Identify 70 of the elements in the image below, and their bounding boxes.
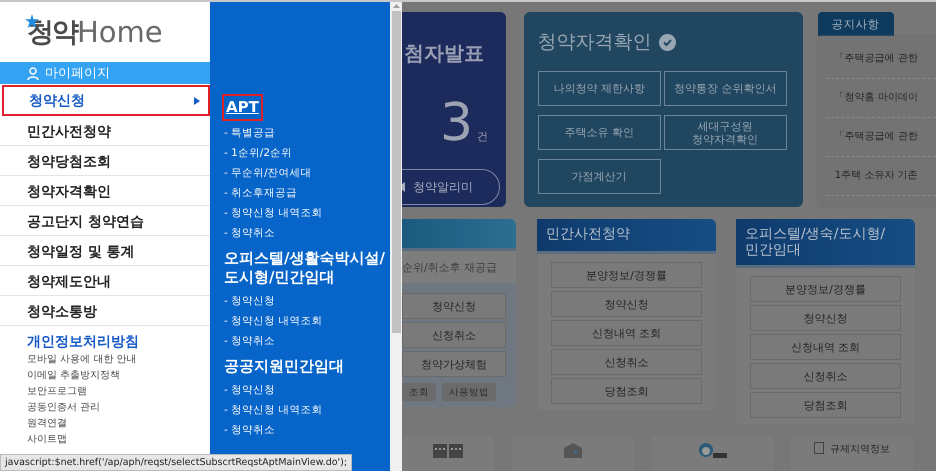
eligibility-button[interactable]: 주택소유 확인 — [538, 115, 661, 150]
submenu-item[interactable]: - 청약취소 — [224, 331, 276, 351]
scrollbar[interactable] — [390, 2, 402, 471]
footer-link[interactable]: 모바일 사용에 대한 안내 — [27, 352, 137, 367]
card-header: 오피스텔/생숙/도시형/ 민간임대 — [736, 219, 915, 268]
submenu-item[interactable]: - 취소후재공급 — [224, 183, 298, 203]
alert-button[interactable]: 청약알리미 — [402, 169, 500, 205]
check-circle-icon — [658, 34, 676, 50]
eligibility-button[interactable]: 청약통장 순위확인서 — [664, 71, 787, 106]
menu-button[interactable]: 신청내역 조회 — [551, 320, 702, 346]
submenu-item[interactable]: - 청약신청 — [224, 380, 276, 400]
submenu-heading[interactable]: 공공지원민간임대 — [224, 357, 344, 376]
submenu-item[interactable]: - 청약신청 — [224, 291, 276, 311]
user-icon — [27, 66, 39, 80]
submenu-item[interactable]: - 청약취소 — [224, 223, 276, 243]
card-header: 민간사전청약 — [537, 219, 716, 254]
footer-link[interactable]: 원격연결 — [27, 416, 67, 431]
menu-item[interactable]: 청약신청 — [2, 85, 210, 116]
notice-item[interactable]: 1주택 소유자 기존 — [826, 157, 936, 196]
menu-button[interactable]: 신청취소 — [551, 349, 702, 375]
submenu-item[interactable]: - 무순위/잔여세대 — [224, 163, 312, 183]
footer-link[interactable]: 사이트맵 — [27, 432, 67, 447]
footer-link[interactable]: 이메일 추출방지정책 — [27, 368, 120, 383]
submenu-item[interactable]: - 특별공급 — [224, 123, 276, 143]
privacy-policy-link[interactable]: 개인정보처리방침 — [27, 333, 139, 351]
menu-button[interactable]: 청약신청 — [402, 293, 506, 319]
count-number: 3 — [440, 93, 474, 153]
quick-link-card[interactable]: 규제지역정보 — [791, 436, 913, 471]
card-title: 청약자격확인 — [538, 30, 652, 55]
card-subtitle: 순위/취소후 재공급 — [402, 260, 498, 274]
quick-link-label: 규제지역정보 — [830, 443, 890, 457]
footer-link[interactable]: 공동인증서 관리 — [27, 400, 100, 415]
eligibility-button[interactable]: 가점계산기 — [538, 159, 661, 194]
submenu-heading[interactable]: APT — [224, 96, 261, 119]
menu-button[interactable]: 분양정보/경쟁률 — [551, 262, 702, 288]
house-icon — [562, 442, 584, 458]
menu-button[interactable]: 신청내역 조회 — [750, 334, 901, 360]
eligibility-button[interactable]: 세대구성원 청약자격확인 — [664, 115, 787, 150]
scroll-up-icon[interactable] — [392, 2, 400, 10]
person-icon — [698, 442, 728, 458]
menu-button[interactable]: 청약신청 — [551, 291, 702, 317]
submenu-item[interactable]: - 청약신청 내역조회 — [224, 400, 322, 420]
footer-link[interactable]: 보안프로그램 — [27, 384, 87, 399]
menu-button[interactable]: 신청취소 — [402, 322, 506, 348]
card-title: 첨자발표 — [404, 40, 484, 67]
quick-link-card[interactable] — [652, 436, 773, 471]
eligibility-button[interactable]: 나의청약 제한사항 — [538, 71, 661, 106]
quick-link-card[interactable] — [402, 436, 494, 471]
menu-button[interactable]: 당첨조회 — [551, 378, 702, 404]
submenu-item[interactable]: - 1순위/2순위 — [224, 143, 292, 163]
menu-button[interactable]: 청약가상체험 — [402, 351, 506, 377]
notice-item[interactable]: 「청약홈 마이데이 — [826, 79, 936, 118]
notice-item[interactable]: 「주택공급에 관한 — [826, 118, 936, 157]
notice-tab[interactable]: 공지사항 — [818, 12, 894, 36]
notice-item[interactable]: 「주택공급에 관한 — [826, 40, 936, 79]
caret-icon — [194, 96, 200, 104]
building-icon — [432, 442, 464, 458]
menu-button[interactable]: 청약신청 — [750, 305, 901, 331]
quick-link-card[interactable] — [512, 436, 634, 471]
status-bar-url: javascript:$net.href('/ap/aph/reqst/selectSubscrtReqstAptMainView.do'); — [0, 454, 352, 471]
count-unit: 건 — [477, 129, 488, 144]
submenu-item[interactable]: - 청약신청 내역조회 — [224, 311, 322, 331]
menu-button[interactable]: 신청취소 — [750, 363, 901, 389]
submenu-item[interactable]: - 청약신청 내역조회 — [224, 203, 322, 223]
menu-button[interactable]: 분양정보/경쟁률 — [750, 276, 901, 302]
document-icon — [814, 442, 824, 454]
menu-button[interactable]: 당첨조회 — [750, 392, 901, 418]
logo[interactable]: 청약Home — [0, 2, 210, 62]
submenu-item[interactable]: - 청약취소 — [224, 420, 276, 440]
submenu-heading[interactable]: 오피스텔/생활숙박시설/ 도시형/민간임대 — [224, 249, 390, 287]
